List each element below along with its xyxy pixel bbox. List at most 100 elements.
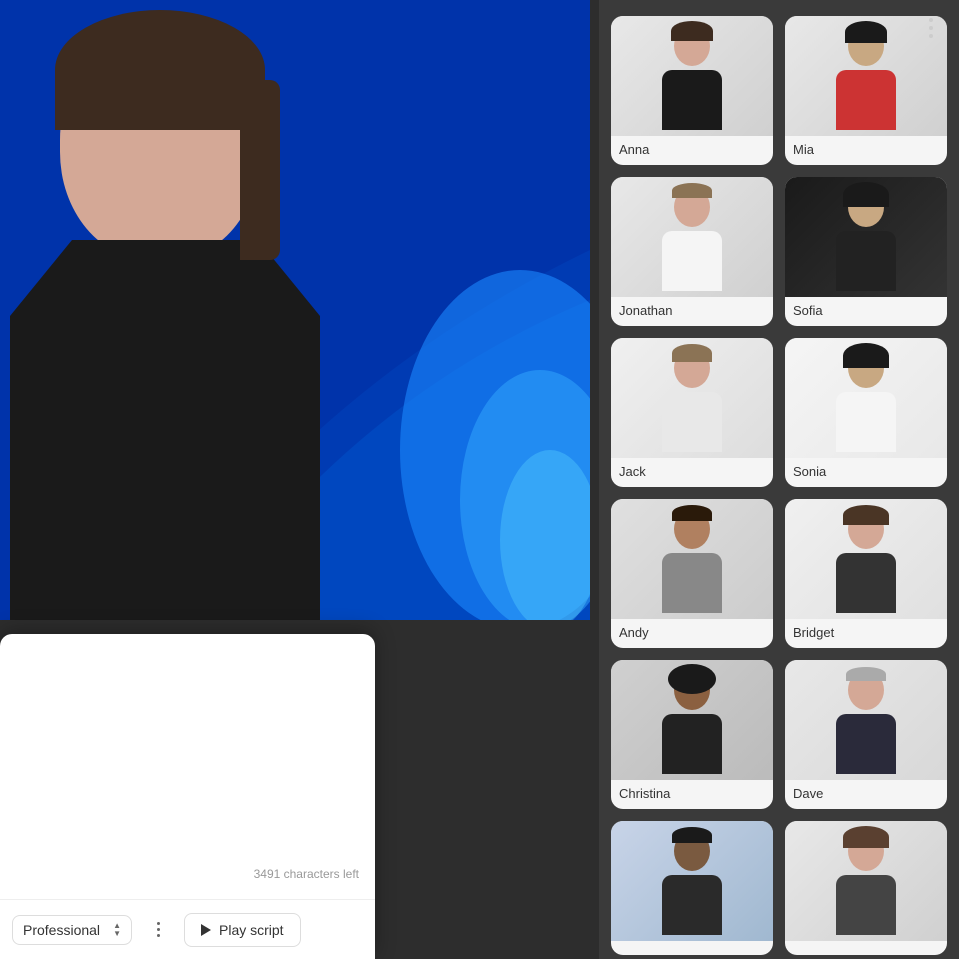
avatar-card-christina[interactable]: Christina [611, 660, 773, 809]
hair-side [240, 80, 280, 260]
avatar-card-sofia[interactable]: Sofia [785, 177, 947, 326]
avatar-img-christina [611, 660, 773, 780]
avatar-img-jonathan [611, 177, 773, 297]
avatar-body-jack [662, 392, 722, 452]
avatar-hair-sofia [843, 182, 889, 207]
avatars-sidebar: Anna Mia Jonathan Sofia Jack Sonia Andy Bridget… [599, 0, 959, 959]
play-script-label: Play script [219, 922, 284, 938]
avatar-head-andy [674, 509, 710, 549]
avatar-head-christina [674, 670, 710, 710]
avatar-card-bridget[interactable]: Bridget [785, 499, 947, 648]
avatar-name-andy: Andy [611, 619, 773, 648]
avatar-name-partial2 [785, 941, 947, 955]
avatar-figure-christina [652, 670, 732, 780]
avatar-figure-sofia [826, 187, 906, 297]
avatar-head-bridget [848, 509, 884, 549]
avatar-hair-mia [845, 21, 887, 43]
play-script-button[interactable]: Play script [184, 913, 301, 947]
avatar-body-jonathan [662, 231, 722, 291]
avatar-head-partial2 [848, 831, 884, 871]
avatar-figure-andy [652, 509, 732, 619]
body-element [10, 240, 320, 620]
avatar-figure-bridget [826, 509, 906, 619]
avatar-hair-anna [671, 21, 713, 41]
avatar-figure-partial1 [652, 831, 732, 941]
avatar-name-sofia: Sofia [785, 297, 947, 326]
top-menu[interactable] [923, 12, 939, 44]
person-silhouette [0, 0, 360, 620]
dot3 [929, 34, 933, 38]
avatar-img-dave [785, 660, 947, 780]
avatar-head-jack [674, 348, 710, 388]
avatar-figure-mia [826, 26, 906, 136]
avatar-head-sonia [848, 348, 884, 388]
avatar-name-mia: Mia [785, 136, 947, 165]
avatar-body-mia [836, 70, 896, 130]
avatar-body-andy [662, 553, 722, 613]
chevron-down-icon: ▼ [113, 930, 121, 938]
style-selector[interactable]: Professional ▲ ▼ [12, 915, 132, 945]
avatar-card-partial2[interactable] [785, 821, 947, 955]
avatar-img-anna [611, 16, 773, 136]
avatar-hair-partial1 [672, 827, 712, 843]
avatar-person [0, 0, 590, 620]
avatar-name-partial1 [611, 941, 773, 955]
avatar-body-sofia [836, 231, 896, 291]
avatar-body-anna [662, 70, 722, 130]
more-dot-2 [157, 928, 160, 931]
avatar-head-anna [674, 26, 710, 66]
avatar-card-sonia[interactable]: Sonia [785, 338, 947, 487]
avatar-name-dave: Dave [785, 780, 947, 809]
avatar-img-partial1 [611, 821, 773, 941]
avatar-body-dave [836, 714, 896, 774]
avatar-hair-bridget [843, 505, 889, 525]
avatar-name-jonathan: Jonathan [611, 297, 773, 326]
avatar-body-partial2 [836, 875, 896, 935]
avatar-grid: Anna Mia Jonathan Sofia Jack Sonia Andy Bridget… [611, 16, 947, 955]
style-label: Professional [23, 922, 100, 938]
avatar-hair-andy [672, 505, 712, 521]
avatar-figure-dave [826, 670, 906, 780]
avatar-card-partial1[interactable] [611, 821, 773, 955]
avatar-card-jack[interactable]: Jack [611, 338, 773, 487]
avatar-card-anna[interactable]: Anna [611, 16, 773, 165]
script-panel: 3491 characters left Professional ▲ ▼ Pl… [0, 634, 375, 959]
script-footer: Professional ▲ ▼ Play script [0, 899, 375, 959]
avatar-hair-sonia [843, 343, 889, 368]
play-icon [201, 924, 211, 936]
script-content-area: 3491 characters left [0, 634, 375, 889]
avatar-name-sonia: Sonia [785, 458, 947, 487]
avatar-body-sonia [836, 392, 896, 452]
avatar-img-jack [611, 338, 773, 458]
more-dot-3 [157, 934, 160, 937]
avatar-img-bridget [785, 499, 947, 619]
avatar-body-christina [662, 714, 722, 774]
more-dot-1 [157, 922, 160, 925]
avatar-figure-partial2 [826, 831, 906, 941]
avatar-body-bridget [836, 553, 896, 613]
avatar-img-sonia [785, 338, 947, 458]
avatar-name-bridget: Bridget [785, 619, 947, 648]
avatar-hair-jack [672, 344, 712, 362]
avatar-preview-area [0, 0, 590, 620]
avatar-name-jack: Jack [611, 458, 773, 487]
avatar-hair-jonathan [672, 183, 712, 198]
avatar-figure-anna [652, 26, 732, 136]
avatar-head-partial1 [674, 831, 710, 871]
avatar-img-andy [611, 499, 773, 619]
script-more-options-button[interactable] [142, 914, 174, 946]
avatar-card-dave[interactable]: Dave [785, 660, 947, 809]
dot2 [929, 26, 933, 30]
avatar-name-christina: Christina [611, 780, 773, 809]
chevrons-icon: ▲ ▼ [113, 922, 121, 938]
avatar-head-sofia [848, 187, 884, 227]
avatar-name-anna: Anna [611, 136, 773, 165]
avatar-hair-christina [668, 664, 716, 694]
avatar-hair-partial2 [843, 826, 889, 848]
avatar-card-jonathan[interactable]: Jonathan [611, 177, 773, 326]
avatar-card-andy[interactable]: Andy [611, 499, 773, 648]
more-options-button[interactable] [923, 12, 939, 44]
avatar-hair-dave [846, 667, 886, 681]
dot1 [929, 18, 933, 22]
char-count: 3491 characters left [254, 867, 359, 881]
